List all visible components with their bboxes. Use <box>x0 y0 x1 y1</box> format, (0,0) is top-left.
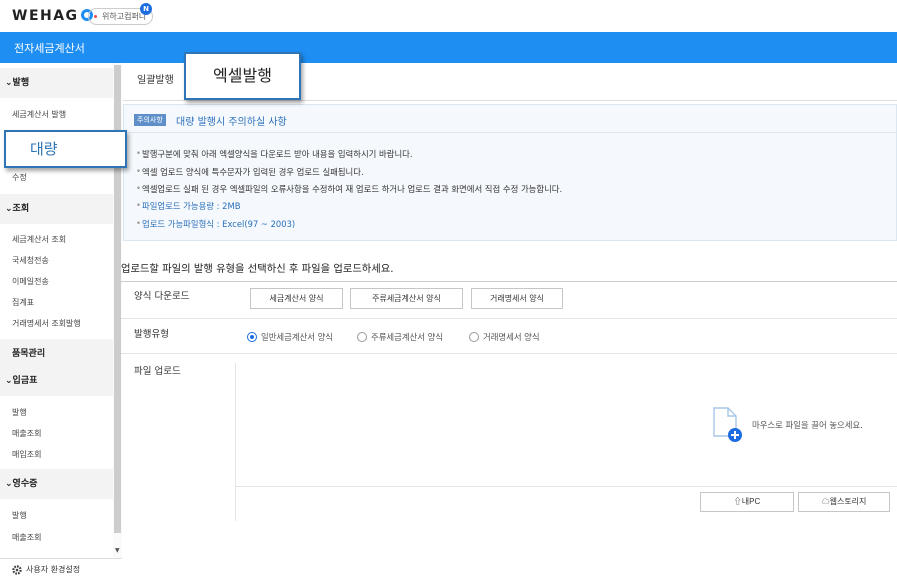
gear-icon <box>12 565 22 575</box>
row-divider <box>121 353 897 354</box>
issue-type-label: 발행유형 <box>134 329 169 340</box>
radio-checked-icon <box>247 332 257 342</box>
sidebar-section-items[interactable]: 품목관리 <box>0 339 113 369</box>
notice-bullet-filesize: 파일업로드 가능용량 : 2MB <box>136 200 240 212</box>
section-label: 발행 <box>12 78 30 88</box>
notice-bullet: 발행구분에 맞춰 아래 엑셀양식을 다운로드 받아 내용을 입력하시기 바랍니다… <box>136 148 413 160</box>
notice-bullet: 엑셀 업로드 양식에 특수문자가 입력된 경우 업로드 실패됩니다. <box>136 166 364 178</box>
section-label: 조회 <box>12 204 30 214</box>
bulk-overlay-label: 대량 <box>4 130 127 168</box>
upload-divider <box>235 486 897 487</box>
drop-hint: 마우스로 파일을 끌어 놓으세요. <box>752 420 863 430</box>
scroll-down-arrow-icon[interactable]: ▼ <box>115 547 120 554</box>
file-upload-label: 파일 업로드 <box>134 366 181 377</box>
notice-title: 대량 발행시 주의하실 사항 <box>176 117 287 128</box>
notification-badge[interactable]: N <box>140 3 152 15</box>
radio-liquor-tax-invoice[interactable]: 주류세금계산서 양식 <box>357 331 443 343</box>
sidebar-item-tax-invoice-inquiry[interactable]: 세금계산서 조회 <box>12 234 66 245</box>
download-statement-form-button[interactable]: 거래명세서 양식 <box>471 288 563 309</box>
form-top-divider <box>121 281 897 282</box>
caution-tag: 주의사항 <box>134 114 166 126</box>
download-liquor-tax-invoice-form-button[interactable]: 주류세금계산서 양식 <box>350 288 463 309</box>
download-tax-invoice-form-button[interactable]: 세금계산서 양식 <box>250 288 343 309</box>
upload-from-webstorage-button[interactable]: ☁웹스토리지 <box>798 492 890 512</box>
sidebar-item-deposit-issue[interactable]: 발행 <box>12 407 27 418</box>
sidebar-section-receipt[interactable]: ⌄영수증 <box>0 469 113 499</box>
button-label: 내PC <box>741 497 761 506</box>
radio-general-tax-invoice[interactable]: 일반세금계산서 양식 <box>247 331 333 343</box>
radio-unchecked-icon <box>357 332 367 342</box>
cloud-icon: ☁ <box>821 497 830 506</box>
sidebar-item-statement-inquiry[interactable]: 거래명세서 조회발행 <box>12 318 81 329</box>
upload-instruction: 업로드할 파일의 발행 유형을 선택하신 후 파일을 업로드하세요. <box>121 263 394 275</box>
company-name: 위하고컴퍼니 <box>102 12 147 21</box>
section-label: 입금표 <box>12 376 38 386</box>
radio-label: 거래명세서 양식 <box>483 332 540 342</box>
sidebar-item-modify[interactable]: 수정 <box>12 172 27 183</box>
app-window: WEHAG 위하고컴퍼니 N 전자세금계산서 ⌄발행 세금계산서 발행 수정 ⌄… <box>0 0 897 581</box>
sidebar-item-nts-transmit[interactable]: 국세청전송 <box>12 255 49 266</box>
sidebar-item-receipt-sales[interactable]: 매출조회 <box>12 532 41 543</box>
radio-unchecked-icon <box>469 332 479 342</box>
sidebar-section-inquiry[interactable]: ⌄조회 <box>0 194 113 224</box>
app-title: 전자세금계산서 <box>14 42 85 55</box>
sidebar-section-issue[interactable]: ⌄발행 <box>0 68 113 98</box>
radio-label: 일반세금계산서 양식 <box>261 332 334 342</box>
notice-header: 주의사항 대량 발행시 주의하실 사항 <box>124 105 897 133</box>
excel-issue-overlay-label: 엑셀발행 <box>184 52 301 100</box>
notice-bullet: 엑셀업로드 실패 된 경우 엑셀파일의 오류사항을 수정하여 재 업로드 하거나… <box>136 183 562 195</box>
download-row-label: 양식 다운로드 <box>134 291 190 302</box>
user-settings-button[interactable]: 사용자 환경설정 <box>0 558 122 581</box>
sidebar-item-email-transmit[interactable]: 이메일전송 <box>12 276 49 287</box>
upload-icon: ⇧ <box>733 497 742 506</box>
app-header: 전자세금계산서 <box>0 32 897 63</box>
top-bar: WEHAG 위하고컴퍼니 N <box>0 0 897 32</box>
logo-text: WEHAG <box>12 8 79 24</box>
sidebar-section-deposit[interactable]: ⌄입금표 <box>0 366 113 396</box>
tab-bulk-issue[interactable]: 일괄발행 <box>137 71 174 86</box>
notice-box: 주의사항 대량 발행시 주의하실 사항 발행구분에 맞춰 아래 엑셀양식을 다운… <box>123 104 897 241</box>
button-label: 웹스토리지 <box>829 497 867 506</box>
upload-from-pc-button[interactable]: ⇧내PC <box>700 492 794 512</box>
file-add-icon <box>713 407 742 442</box>
sidebar-item-deposit-purchase[interactable]: 매입조회 <box>12 449 41 460</box>
sidebar-item-summary[interactable]: 집계표 <box>12 297 34 308</box>
user-settings-label: 사용자 환경설정 <box>26 565 81 574</box>
row-divider <box>121 318 897 319</box>
section-label: 영수증 <box>12 479 38 489</box>
sidebar-item-receipt-issue[interactable]: 발행 <box>12 510 27 521</box>
sidebar-item-deposit-sales[interactable]: 매출조회 <box>12 428 41 439</box>
sidebar-item-tax-invoice-issue[interactable]: 세금계산서 발행 <box>12 109 66 120</box>
section-label: 품목관리 <box>12 349 46 359</box>
radio-statement[interactable]: 거래명세서 양식 <box>469 331 540 343</box>
notice-bullet-filetype: 업로드 가능파일형식 : Excel(97 ~ 2003) <box>136 218 295 230</box>
company-dot-icon <box>94 15 97 18</box>
wehago-logo[interactable]: WEHAG <box>12 8 93 24</box>
radio-label: 주류세금계산서 양식 <box>371 332 444 342</box>
